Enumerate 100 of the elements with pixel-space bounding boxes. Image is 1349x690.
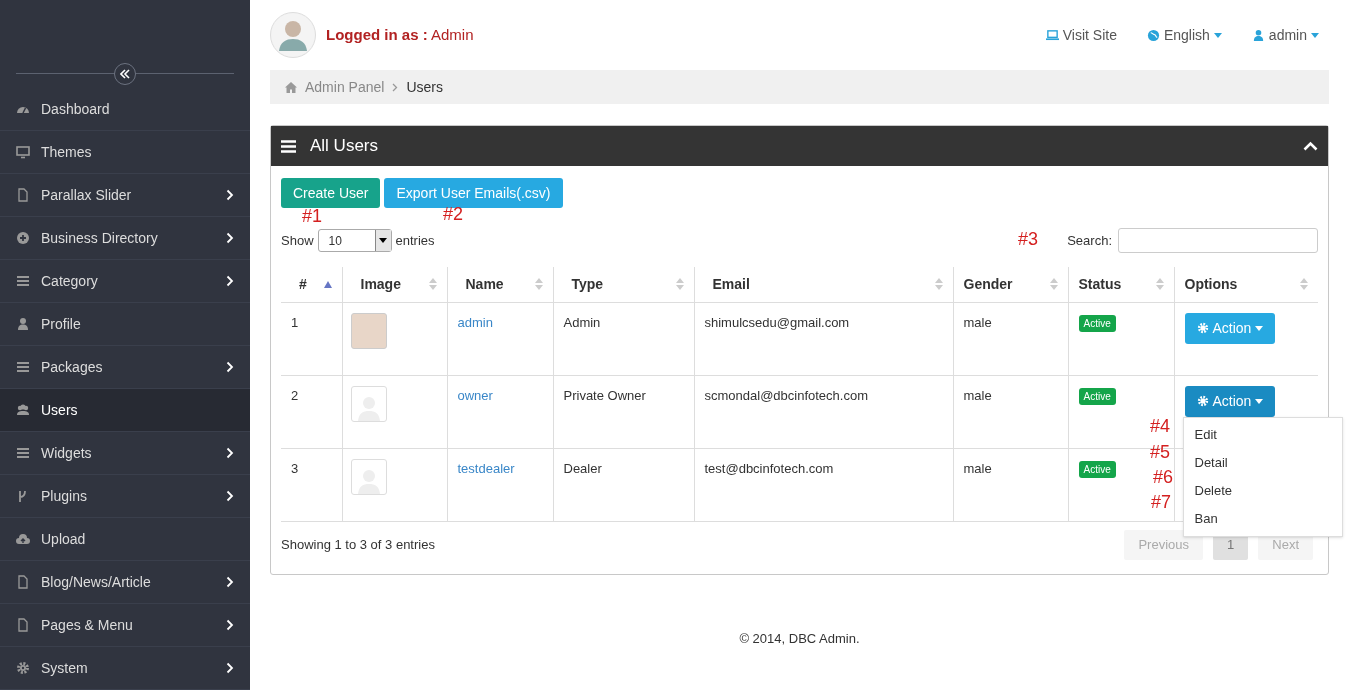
- user-icon: [1251, 28, 1265, 42]
- header-link[interactable]: Visit Site: [1045, 24, 1117, 46]
- header-link[interactable]: admin: [1251, 24, 1319, 46]
- chevron-right-icon: [226, 662, 234, 674]
- sidebar-item[interactable]: Pages & Menu: [0, 604, 250, 647]
- sidebar-item[interactable]: Upload: [0, 518, 250, 561]
- chevron-right-icon: [226, 275, 234, 287]
- footer-text: © 2014, DBC Admin.: [738, 629, 861, 648]
- dropdown-item[interactable]: Detail: [1183, 448, 1342, 477]
- user-name-link[interactable]: admin: [457, 314, 493, 330]
- person-silhouette-icon: [278, 19, 308, 51]
- table-cell: Admin: [563, 314, 601, 330]
- table-info-text: Showing 1 to 3 of 3 entries: [281, 535, 435, 554]
- annotation-label: #6: [1153, 467, 1174, 487]
- caret-down-icon: [1213, 32, 1222, 38]
- column-header[interactable]: #: [299, 273, 307, 295]
- chevron-right-icon: [392, 82, 399, 92]
- caret-down-icon: [1255, 398, 1264, 404]
- collapse-panel-button[interactable]: [1303, 141, 1318, 151]
- dropdown-item[interactable]: Delete: [1183, 476, 1342, 505]
- sidebar-item[interactable]: Parallax Slider: [0, 174, 250, 217]
- search-label: Search:: [1067, 231, 1112, 250]
- menu-icon: [281, 139, 296, 153]
- caret-down-icon: [1255, 325, 1264, 331]
- sort-icon: [428, 278, 437, 291]
- sort-icon: [675, 278, 684, 291]
- users-icon: [16, 403, 30, 417]
- action-button[interactable]: Action: [1184, 385, 1276, 417]
- sidebar-item[interactable]: Widgets: [0, 432, 250, 475]
- monitor-icon: [16, 145, 30, 159]
- sidebar-item[interactable]: Users: [0, 389, 250, 432]
- column-header[interactable]: Email: [704, 273, 750, 295]
- globe-icon: [1146, 28, 1160, 42]
- user-silhouette-icon: [350, 458, 387, 495]
- table-cell: male: [963, 387, 992, 403]
- annotation-label: #3: [1018, 229, 1039, 249]
- sidebar-item[interactable]: System: [0, 647, 250, 690]
- table-cell: shimulcsedu@gmail.com: [704, 314, 850, 330]
- sidebar-item[interactable]: Blog/News/Article: [0, 561, 250, 604]
- dropdown-item[interactable]: Edit: [1183, 420, 1342, 449]
- table-cell: scmondal@dbcinfotech.com: [704, 387, 868, 403]
- chevron-right-icon: [226, 361, 234, 373]
- user-name-link[interactable]: owner: [457, 387, 493, 403]
- chevron-right-icon: [226, 232, 234, 244]
- chevron-up-icon: [1303, 141, 1318, 151]
- table-cell: male: [963, 460, 992, 476]
- double-chevron-left-icon: [120, 69, 130, 79]
- column-header[interactable]: Options: [1184, 273, 1238, 295]
- sidebar-item[interactable]: Dashboard: [0, 88, 250, 131]
- logged-in-text: Logged in as : Admin: [326, 24, 474, 45]
- sidebar-item[interactable]: Themes: [0, 131, 250, 174]
- sort-icon: [934, 278, 943, 291]
- annotation-label: #5: [1150, 442, 1171, 462]
- sort-icon: [1300, 278, 1308, 291]
- list-icon: [16, 360, 30, 374]
- home-icon: [285, 81, 297, 93]
- table-cell: 3: [291, 460, 299, 476]
- chevron-right-icon: [226, 619, 234, 631]
- show-label: Show: [281, 231, 314, 250]
- settings-icon: [1196, 395, 1209, 407]
- breadcrumb-item: Users: [406, 77, 443, 97]
- table-cell: Private Owner: [563, 387, 646, 403]
- cloud-upload-icon: [16, 532, 30, 546]
- plus-circle-icon: [16, 231, 30, 245]
- sidebar-item[interactable]: Plugins: [0, 475, 250, 518]
- header-link[interactable]: English: [1146, 24, 1222, 46]
- sort-icon: [1049, 278, 1058, 291]
- user-silhouette-icon: [350, 385, 387, 422]
- list-icon: [16, 274, 30, 288]
- user-icon: [16, 317, 30, 331]
- table-cell: test@dbcinfotech.com: [704, 460, 834, 476]
- document-icon: [16, 575, 30, 589]
- sort-ascending-icon: [323, 280, 332, 288]
- sort-icon: [534, 278, 543, 291]
- chevron-right-icon: [226, 576, 234, 588]
- table-cell: 1: [291, 314, 299, 330]
- table-cell: Dealer: [563, 460, 602, 476]
- photo-placeholder: [350, 312, 387, 349]
- annotation-label: #7: [1151, 492, 1172, 512]
- sidebar-item[interactable]: Category: [0, 260, 250, 303]
- sidebar-item[interactable]: Profile: [0, 303, 250, 346]
- page-size-select[interactable]: 10: [317, 229, 392, 252]
- settings-icon: [16, 661, 30, 675]
- annotation-label: #4: [1150, 416, 1171, 436]
- column-header[interactable]: Type: [563, 273, 604, 295]
- panel-title: All Users: [310, 135, 378, 158]
- table-cell: male: [963, 314, 992, 330]
- annotation-label: #1: [302, 206, 323, 226]
- collapse-button[interactable]: [114, 63, 136, 85]
- entries-label: entries: [395, 231, 435, 250]
- chevron-right-icon: [226, 490, 234, 502]
- search-field[interactable]: [1118, 228, 1318, 253]
- sidebar-item[interactable]: Business Directory: [0, 217, 250, 260]
- table-cell: 2: [291, 387, 299, 403]
- user-name-link[interactable]: testdealer: [457, 460, 515, 476]
- chevron-right-icon: [226, 189, 234, 201]
- sort-icon: [1155, 278, 1164, 291]
- document-icon: [16, 188, 30, 202]
- settings-icon: [1196, 322, 1209, 334]
- chevron-right-icon: [226, 447, 234, 459]
